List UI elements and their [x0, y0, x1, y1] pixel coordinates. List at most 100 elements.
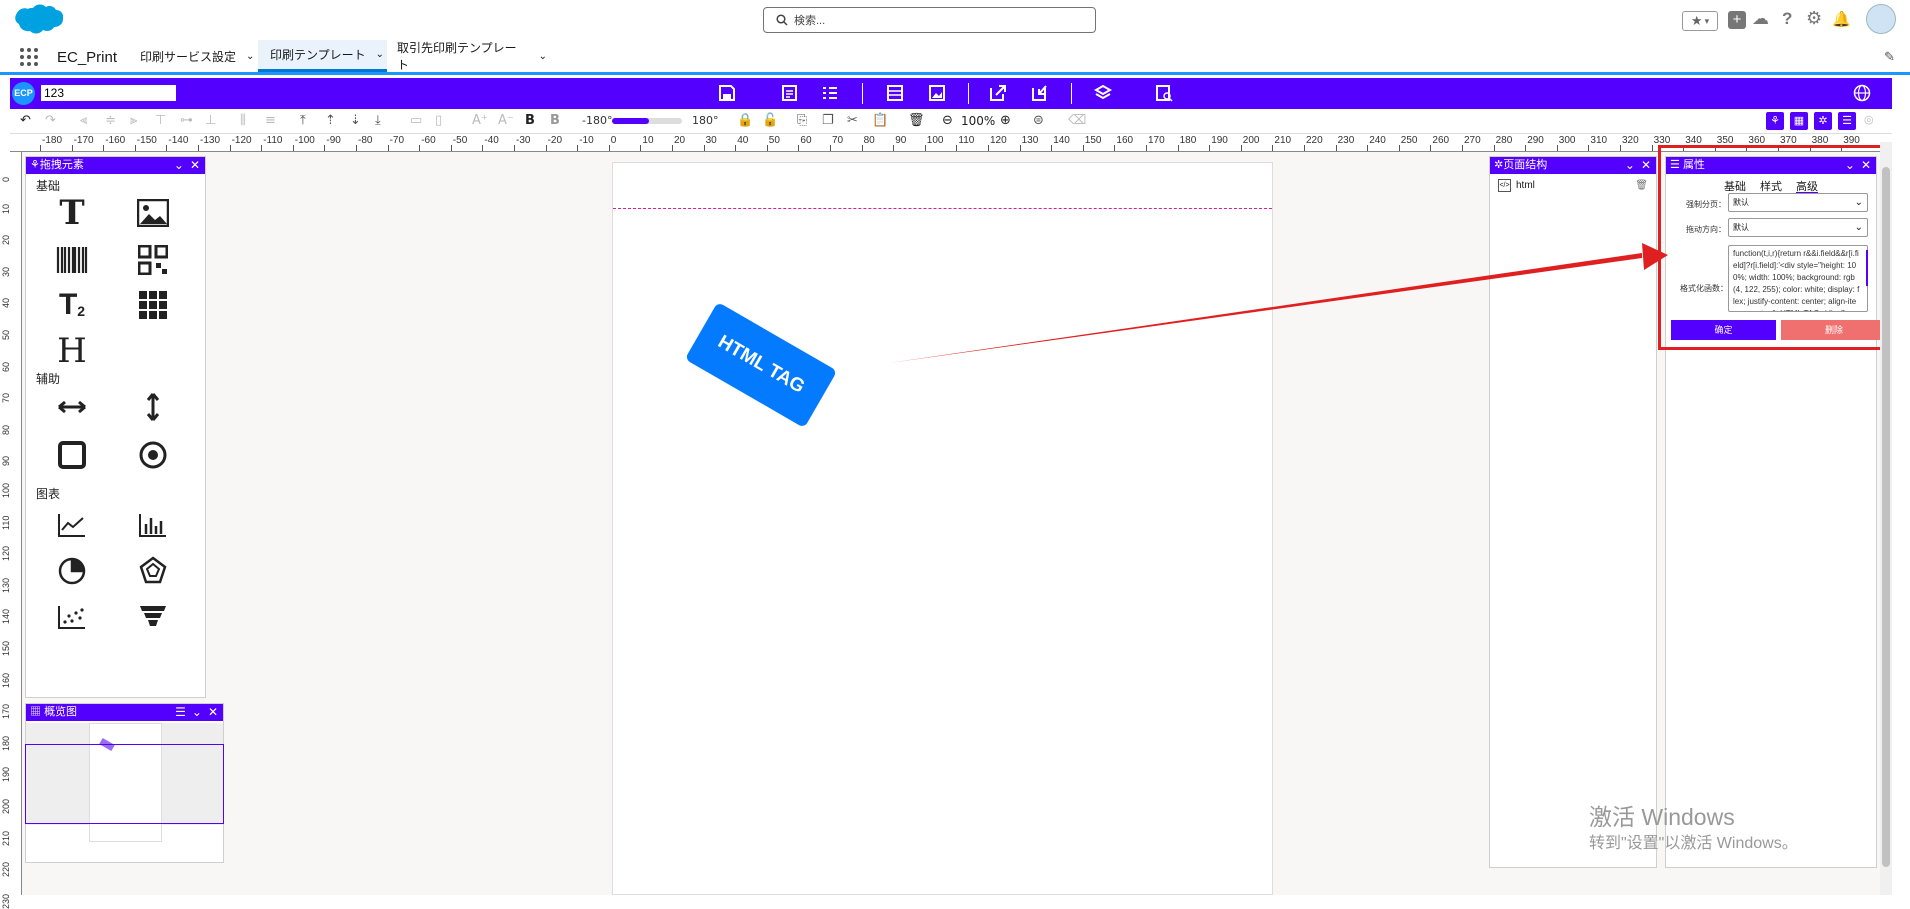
panel-structure-toggle[interactable]: ✲ [1814, 112, 1832, 130]
radar-chart-element-icon[interactable] [133, 553, 173, 589]
save-icon[interactable] [717, 83, 737, 103]
html-element-icon[interactable]: H [52, 331, 92, 371]
gear-icon[interactable]: ⚙ [1806, 8, 1822, 29]
oval-element-icon[interactable] [133, 437, 173, 473]
trash-icon[interactable]: 🗑 [1635, 180, 1648, 191]
rect-element-icon[interactable] [52, 437, 92, 473]
workspace-scrollbar[interactable] [1880, 142, 1892, 895]
chevron-down-icon[interactable]: ⌄ [539, 51, 547, 62]
close-icon[interactable]: ✕ [1641, 157, 1651, 174]
tab-partner-print-template[interactable]: 取引先印刷テンプレート ⌄ [387, 40, 547, 72]
close-icon[interactable]: ✕ [190, 157, 200, 174]
unlock-icon[interactable]: 🔓 [762, 113, 778, 128]
tab-print-service-settings[interactable]: 印刷サービス設定 ⌄ [128, 40, 258, 72]
avatar[interactable] [1866, 4, 1896, 34]
table-element-icon[interactable] [133, 287, 173, 323]
structure-item-html[interactable]: </> html 🗑 [1498, 177, 1648, 193]
ruler-tick-mark [387, 145, 389, 151]
table-icon[interactable] [885, 83, 905, 103]
global-search-input[interactable]: 検索... [763, 7, 1096, 33]
text-element-icon[interactable]: T [52, 193, 92, 233]
close-icon[interactable]: ✕ [208, 704, 218, 721]
globe-icon[interactable] [1852, 83, 1872, 103]
ruler-tick-label: -180 [42, 135, 63, 146]
chevron-down-icon[interactable]: ⌄ [174, 157, 184, 174]
vline-element-icon[interactable] [133, 389, 173, 425]
help-icon[interactable]: ? [1782, 9, 1792, 29]
tab-print-template[interactable]: 印刷テンプレート ⌄ [258, 40, 387, 72]
list-icon[interactable] [820, 83, 840, 103]
cloud-help-icon[interactable]: ☁ [1752, 9, 1769, 29]
cut-icon[interactable]: ✂ [847, 113, 858, 128]
eraser-icon[interactable]: ⌫ [1068, 113, 1086, 128]
reset-icon[interactable]: ⊜ [1033, 113, 1044, 128]
editor-toolbar: ↶ ↷ ⫷ ≑ ⫸ ⊤ ⊶ ⊥ ⫼ ≡ ⤒ ⇡ ⇣ ⤓ ▭ ▯ A⁺ A⁻ B … [10, 109, 1892, 134]
redo-icon[interactable]: ↷ [45, 113, 56, 128]
template-name-input[interactable] [41, 85, 176, 101]
ruler-tick-label: 110 [958, 135, 975, 146]
zoom-in-icon[interactable]: ⊕ [1000, 113, 1011, 128]
clone-icon[interactable]: ❐ [822, 113, 834, 128]
scrollbar-thumb[interactable] [1882, 167, 1890, 867]
chevron-down-icon[interactable]: ⌄ [192, 704, 202, 721]
chevron-down-icon[interactable]: ⌄ [1625, 157, 1635, 174]
align-top-icon[interactable]: ⊤ [155, 113, 166, 128]
favorites-button[interactable]: ★ ▾ [1682, 11, 1718, 31]
panel-props-toggle[interactable]: ☰ [1838, 112, 1856, 130]
image-element-icon[interactable] [133, 195, 173, 231]
bold-outline-button[interactable]: B [550, 113, 560, 128]
qrcode-element-icon[interactable] [133, 242, 173, 278]
page-header-icon[interactable]: ▭ [410, 113, 422, 128]
chevron-down-icon[interactable]: ⌄ [376, 49, 384, 60]
page-column-icon[interactable]: ▯ [435, 113, 442, 128]
undo-icon[interactable]: ↶ [20, 113, 31, 128]
preview-icon[interactable] [1154, 83, 1174, 103]
font-decrease-icon[interactable]: A⁻ [498, 113, 514, 128]
pie-chart-element-icon[interactable] [52, 553, 92, 589]
align-bottom-icon[interactable]: ⊥ [205, 113, 216, 128]
export-icon[interactable] [988, 83, 1008, 103]
lock-icon[interactable]: 🔒 [737, 113, 753, 128]
overview-viewport[interactable] [25, 744, 224, 824]
app-launcher-icon[interactable] [20, 48, 38, 66]
hline-element-icon[interactable] [52, 389, 92, 425]
salesforce-logo-icon[interactable] [13, 4, 63, 38]
copy-icon[interactable]: ⎘ [797, 113, 807, 128]
barcode-element-icon[interactable] [52, 242, 92, 278]
bold-button[interactable]: B [525, 113, 535, 128]
move-up-icon[interactable]: ⇡ [325, 113, 336, 128]
bell-icon[interactable]: 🔔 [1832, 10, 1851, 28]
distribute-vertical-icon[interactable]: ≡ [265, 113, 276, 128]
edit-pencil-icon[interactable]: ✎ [1884, 49, 1895, 65]
move-bottom-icon[interactable]: ⤓ [375, 113, 381, 128]
distribute-horizontal-icon[interactable]: ⫼ [240, 113, 246, 128]
import-icon[interactable] [1030, 83, 1050, 103]
scatter-chart-element-icon[interactable] [52, 599, 92, 635]
edit-document-icon[interactable] [780, 83, 800, 103]
long-text-element-icon[interactable]: T2 [52, 287, 92, 323]
chevron-down-icon[interactable]: ⌄ [246, 51, 254, 62]
paste-icon[interactable]: 📋 [872, 113, 888, 128]
print-page[interactable] [612, 162, 1273, 895]
add-icon[interactable]: + [1728, 11, 1746, 29]
trash-icon[interactable]: 🗑 [908, 113, 925, 128]
line-chart-element-icon[interactable] [52, 507, 92, 543]
move-down-icon[interactable]: ⇣ [350, 113, 361, 128]
panel-overview-toggle[interactable]: ▦ [1790, 112, 1808, 130]
settings-icon[interactable]: ◎ [1864, 113, 1874, 126]
ruler-tick-label: -70 [389, 135, 405, 146]
align-left-icon[interactable]: ⫷ [80, 113, 87, 128]
move-top-icon[interactable]: ⤒ [300, 113, 306, 128]
bar-chart-element-icon[interactable] [133, 507, 173, 543]
align-middle-icon[interactable]: ⊶ [180, 113, 193, 128]
panel-elements-toggle[interactable]: ⚘ [1766, 112, 1784, 130]
align-center-icon[interactable]: ≑ [105, 113, 116, 128]
rotate-slider[interactable] [612, 118, 682, 124]
layers-icon[interactable] [1093, 83, 1113, 103]
menu-icon[interactable]: ☰ [175, 704, 186, 721]
font-increase-icon[interactable]: A⁺ [472, 113, 488, 128]
image-frame-icon[interactable] [927, 83, 947, 103]
funnel-chart-element-icon[interactable] [133, 599, 173, 635]
align-right-icon[interactable]: ⫸ [130, 113, 137, 128]
zoom-out-icon[interactable]: ⊖ [942, 113, 953, 128]
